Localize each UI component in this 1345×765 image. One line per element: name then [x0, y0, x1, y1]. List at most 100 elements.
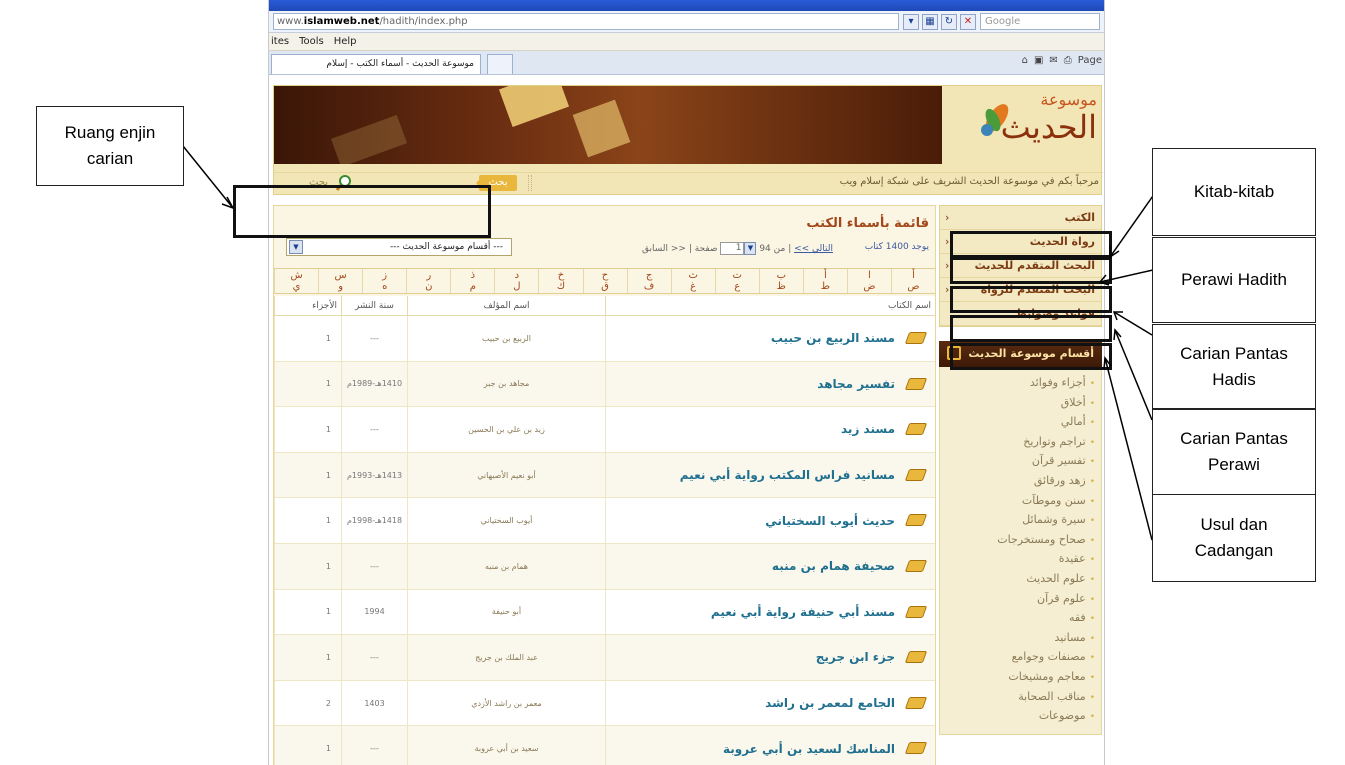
book-title-link[interactable]: الجامع لمعمر بن راشد — [605, 680, 899, 726]
menu-item-help[interactable]: Help — [334, 36, 357, 47]
category-link[interactable]: تفسير قرآن — [940, 451, 1095, 471]
next-page-link[interactable]: التالي >> — [794, 244, 833, 254]
category-link[interactable]: سنن وموطآت — [940, 491, 1095, 511]
menu-item-tools[interactable]: Tools — [299, 36, 324, 47]
page-menu[interactable]: Page — [1078, 55, 1102, 66]
letter-link[interactable]: ه — [382, 281, 387, 292]
letter-link[interactable]: أ — [912, 270, 915, 281]
chevron-down-icon[interactable]: ▼ — [289, 240, 303, 254]
category-link[interactable]: مناقب الصحابة — [940, 687, 1095, 707]
alphabet-letter[interactable]: دل — [494, 269, 538, 293]
menu-item-favorites[interactable]: ites — [271, 36, 289, 47]
letter-link[interactable]: ب — [777, 270, 786, 281]
book-title-link[interactable]: مسند الربيع بن حبيب — [605, 316, 899, 361]
letter-link[interactable]: ز — [382, 270, 387, 281]
letter-link[interactable]: ع — [734, 281, 740, 292]
dropdown-icon[interactable]: ▾ — [903, 13, 919, 30]
letter-link[interactable]: ط — [821, 281, 830, 292]
category-link[interactable]: أخلاق — [940, 393, 1095, 413]
book-title-link[interactable]: مسانيد فراس المكتب رواية أبي نعيم — [605, 452, 899, 498]
author-link[interactable]: همام بن منبه — [407, 543, 605, 589]
letter-link[interactable]: ظ — [777, 281, 786, 292]
alphabet-letter[interactable]: تع — [714, 269, 759, 293]
print-icon[interactable]: ⎙ — [1064, 55, 1072, 66]
letter-link[interactable]: خ — [558, 270, 564, 281]
site-logo[interactable]: موسوعة الحديث — [947, 90, 1097, 160]
category-link[interactable]: عقيدة — [940, 549, 1095, 569]
category-link[interactable]: موضوعات — [940, 706, 1095, 726]
book-title-link[interactable]: جزء ابن جريج — [605, 635, 899, 680]
letter-link[interactable]: ر — [426, 270, 431, 281]
alphabet-letter[interactable]: اض — [846, 269, 891, 293]
author-link[interactable]: زيد بن علي بن الحسين — [407, 407, 605, 452]
browser-search-input[interactable]: Google — [980, 13, 1100, 30]
letter-link[interactable]: ح — [602, 270, 608, 281]
letter-link[interactable]: ن — [425, 281, 432, 292]
letter-link[interactable]: ث — [688, 270, 697, 281]
book-title-link[interactable]: المناسك لسعيد بن أبي عروبة — [605, 726, 899, 765]
prev-page-link[interactable]: << السابق — [642, 244, 686, 254]
letter-link[interactable]: ك — [557, 281, 565, 292]
letter-link[interactable]: ق — [601, 281, 609, 292]
author-link[interactable]: أيوب السختياني — [407, 498, 605, 543]
new-tab-button[interactable] — [487, 54, 513, 74]
chevron-down-icon[interactable]: ▼ — [744, 242, 757, 255]
category-link[interactable]: علوم قرآن — [940, 589, 1095, 609]
category-link[interactable]: مسانيد — [940, 628, 1095, 648]
compat-icon[interactable]: ▦ — [922, 13, 938, 30]
feeds-icon[interactable]: ▣ — [1034, 55, 1043, 66]
category-link[interactable]: زهد ورقائق — [940, 471, 1095, 491]
alphabet-letter[interactable]: أط — [802, 269, 847, 293]
category-select[interactable]: --- أقسام موسوعة الحديث --- ▼ — [286, 238, 512, 256]
letter-link[interactable]: أ — [824, 270, 827, 281]
refresh-icon[interactable]: ↻ — [941, 13, 957, 30]
mail-icon[interactable]: ✉ — [1049, 55, 1057, 66]
alphabet-letter[interactable]: ذم — [450, 269, 494, 293]
alphabet-letter[interactable]: خك — [538, 269, 582, 293]
tab-current[interactable]: موسوعة الحديث - أسماء الكتب - إسلام — [271, 54, 481, 74]
home-icon[interactable]: ⌂ — [1022, 55, 1028, 66]
alphabet-letter[interactable]: ثغ — [670, 269, 715, 293]
category-link[interactable]: أجزاء وفوائد — [940, 373, 1095, 393]
letter-link[interactable]: س — [335, 270, 347, 281]
category-link[interactable]: أمالي — [940, 412, 1095, 432]
letter-link[interactable]: ت — [733, 270, 742, 281]
alphabet-letter[interactable]: بظ — [758, 269, 803, 293]
author-link[interactable]: مجاهد بن جبر — [407, 361, 605, 407]
alphabet-letter[interactable]: رن — [406, 269, 450, 293]
letter-link[interactable]: ا — [868, 270, 871, 281]
letter-link[interactable]: ص — [907, 281, 919, 292]
book-title-link[interactable]: حديث أيوب السختياني — [605, 498, 899, 543]
category-link[interactable]: معاجم ومشيخات — [940, 667, 1095, 687]
alphabet-letter[interactable]: زه — [362, 269, 406, 293]
category-link[interactable]: صحاح ومستخرجات — [940, 530, 1095, 550]
url-field[interactable]: www.islamweb.net/hadith/index.php — [273, 13, 899, 30]
book-title-link[interactable]: مسند أبي حنيفة رواية أبي نعيم — [605, 589, 899, 635]
category-link[interactable]: علوم الحديث — [940, 569, 1095, 589]
letter-link[interactable]: ش — [290, 270, 302, 281]
alphabet-letter[interactable]: جف — [626, 269, 671, 293]
author-link[interactable]: عبد الملك بن جريج — [407, 635, 605, 680]
letter-link[interactable]: ج — [646, 270, 652, 281]
book-title-link[interactable]: مسند زيد — [605, 407, 899, 452]
letter-link[interactable]: غ — [690, 281, 696, 292]
letter-link[interactable]: ل — [513, 281, 520, 292]
book-title-link[interactable]: تفسير مجاهد — [605, 361, 899, 407]
letter-link[interactable]: ي — [293, 281, 301, 292]
alphabet-letter[interactable]: حق — [582, 269, 627, 293]
alphabet-letter[interactable]: أص — [890, 269, 935, 293]
author-link[interactable]: أبو نعيم الأصبهاني — [407, 452, 605, 498]
alphabet-letter[interactable]: شي — [274, 269, 318, 293]
letter-link[interactable]: ف — [644, 281, 654, 292]
author-link[interactable]: أبو حنيفة — [407, 589, 605, 635]
category-link[interactable]: مصنفات وجوامع — [940, 647, 1095, 667]
letter-link[interactable]: و — [338, 281, 343, 292]
author-link[interactable]: معمر بن راشد الأزدي — [407, 680, 605, 726]
author-link[interactable]: الربيع بن حبيب — [407, 316, 605, 361]
category-link[interactable]: تراجم وتواريخ — [940, 432, 1095, 452]
letter-link[interactable]: د — [515, 270, 519, 281]
author-link[interactable]: سعيد بن أبي عروبة — [407, 726, 605, 765]
sidebar-item-books[interactable]: الكتب ‹ — [940, 206, 1101, 230]
page-select[interactable]: 1 — [720, 242, 745, 255]
alphabet-letter[interactable]: سو — [318, 269, 362, 293]
